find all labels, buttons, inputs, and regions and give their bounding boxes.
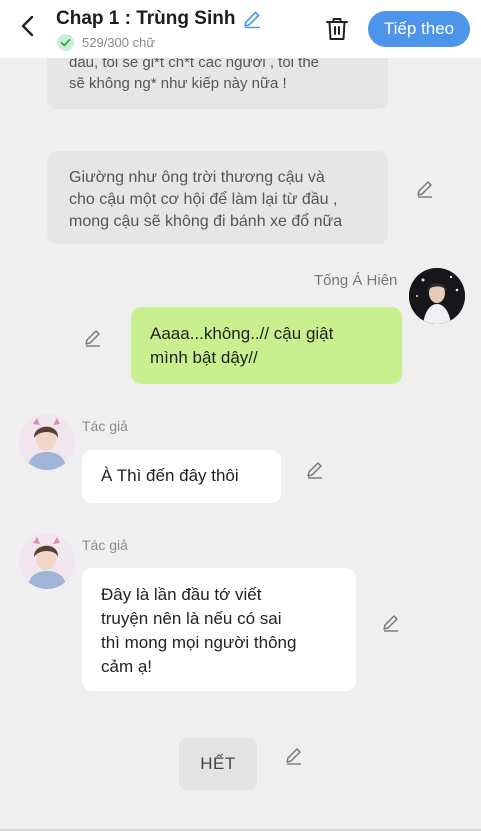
message-line: À Thì đến đây thôi	[101, 466, 239, 485]
author-name: Tác giả	[82, 537, 128, 553]
message-line: mình bật dậy//	[150, 348, 258, 367]
message-line: cảm ạ!	[101, 657, 153, 676]
message-line: sẽ không ng* như kiếp này nữa !	[69, 75, 287, 92]
message-line: Giường như ông trời thương cậu và	[69, 169, 325, 186]
message-line: truyện nên là nếu có sai	[101, 609, 282, 628]
check-circle-icon	[57, 34, 74, 51]
message-line: cho cậu một cơ hội để làm lại từ đầu ,	[69, 191, 338, 208]
edit-message-button[interactable]	[283, 745, 305, 767]
narration-bubble[interactable]: Giường như ông trời thương cậu và cho cậ…	[47, 151, 388, 244]
avatar[interactable]	[19, 414, 75, 470]
edit-message-button[interactable]	[380, 612, 402, 634]
avatar[interactable]	[409, 268, 465, 324]
chapter-title-group: Chap 1 : Trùng Sinh	[56, 8, 263, 30]
edit-pencil-icon	[383, 615, 398, 632]
edit-pencil-icon	[244, 11, 261, 29]
top-bar: Chap 1 : Trùng Sinh 529/300 chữ Tiếp the…	[0, 0, 481, 58]
author-name: Tác giả	[82, 418, 128, 434]
edit-pencil-icon	[307, 462, 322, 479]
end-marker[interactable]: HẾT	[179, 738, 257, 790]
edit-message-button[interactable]	[82, 327, 104, 349]
edit-pencil-icon	[85, 330, 100, 347]
trash-icon	[326, 18, 348, 40]
edit-message-button[interactable]	[414, 178, 436, 200]
message-line: mong cậu sẽ không đi bánh xe đổ nữa	[69, 213, 343, 230]
chapter-title[interactable]: Chap 1 : Trùng Sinh	[56, 8, 235, 30]
message-line: Aaaa...không..// cậu giật	[150, 324, 334, 343]
character-message-bubble[interactable]: Aaaa...không..// cậu giật mình bật dậy//	[131, 307, 402, 384]
message-line: thì mong mọi người thông	[101, 633, 297, 652]
edit-message-button[interactable]	[304, 459, 326, 481]
word-count: 529/300 chữ	[82, 35, 156, 50]
author-message-bubble[interactable]: À Thì đến đây thôi	[82, 450, 281, 503]
message-line: Đây là lần đầu tớ viết	[101, 585, 262, 604]
edit-pencil-icon	[417, 181, 432, 198]
avatar[interactable]	[19, 533, 75, 589]
back-button[interactable]	[14, 12, 42, 40]
edit-pencil-icon	[286, 748, 301, 765]
character-name: Tống Á Hiên	[314, 272, 398, 289]
word-count-status: 529/300 chữ	[57, 34, 155, 51]
delete-button[interactable]	[324, 15, 350, 43]
edit-title-button[interactable]	[241, 8, 263, 30]
author-message-bubble[interactable]: Đây là lần đầu tớ viết truyện nên là nếu…	[82, 568, 356, 691]
back-arrow-icon	[21, 15, 34, 37]
next-chapter-button[interactable]: Tiếp theo	[368, 11, 470, 47]
